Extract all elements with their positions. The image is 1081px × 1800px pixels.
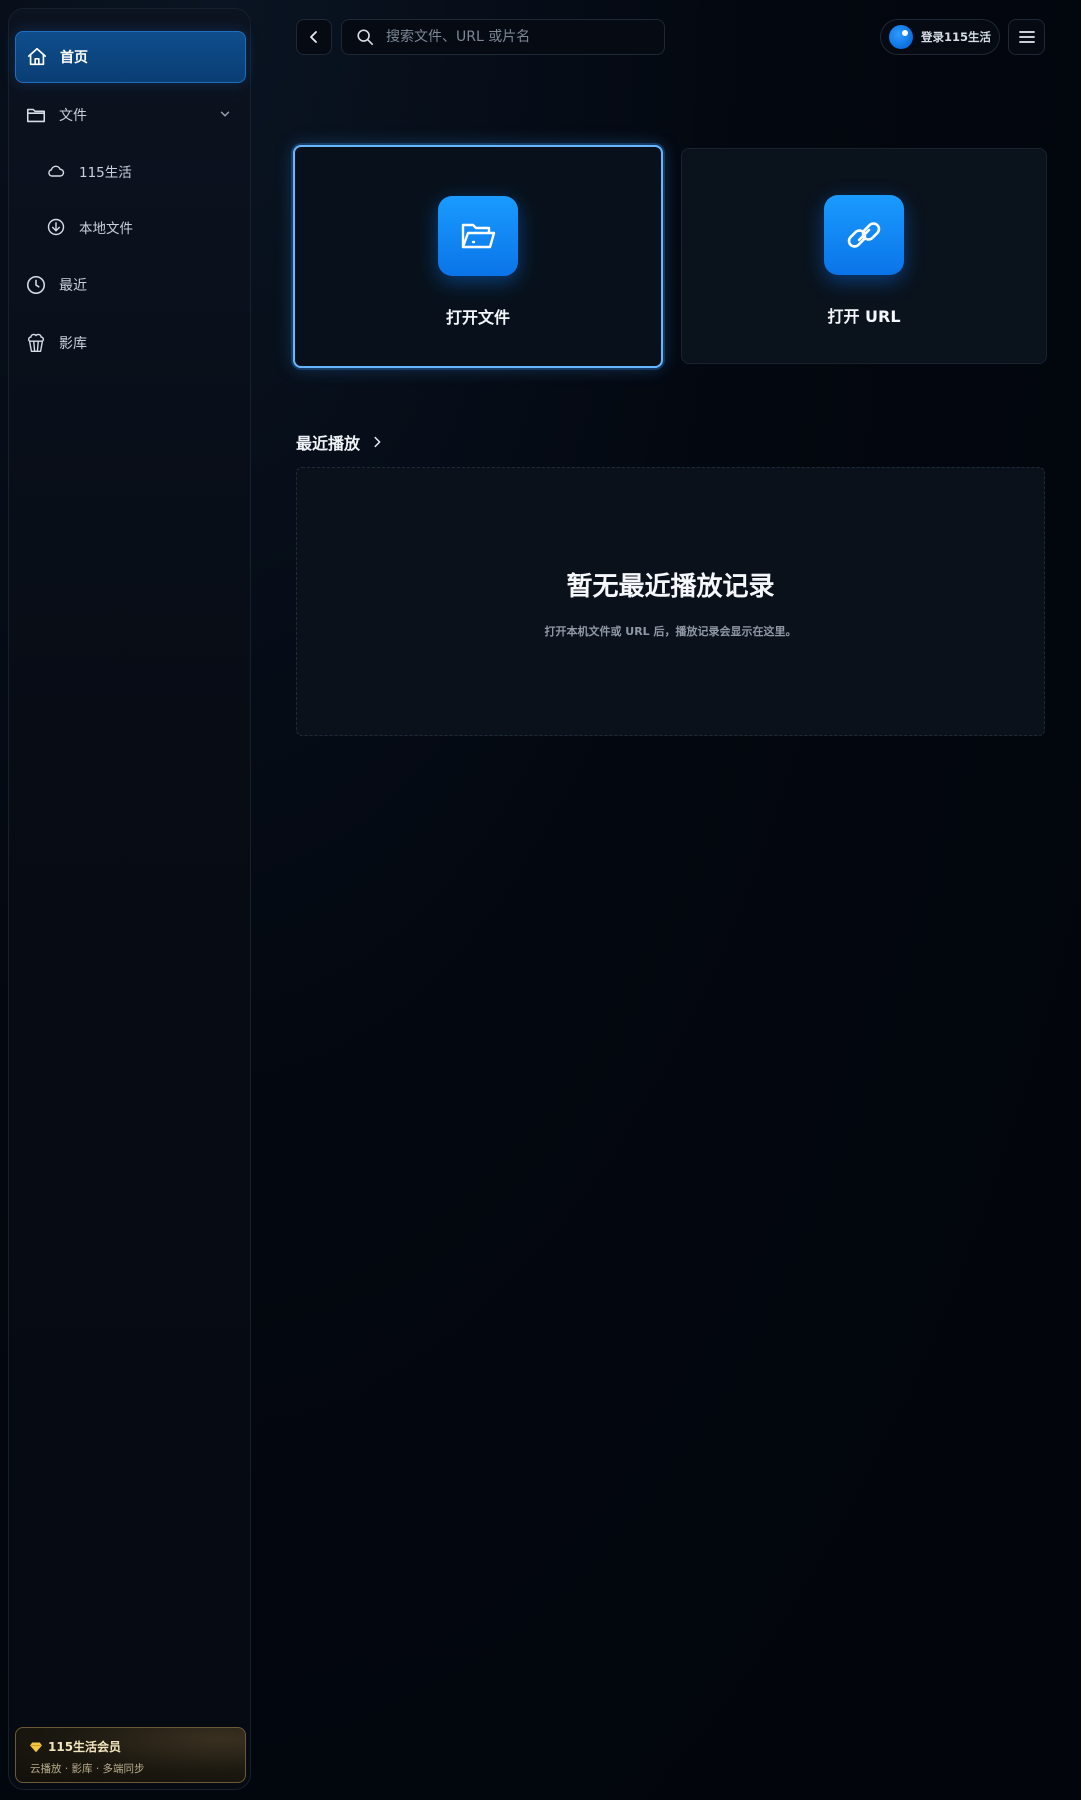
sidebar-item-label: 首页 <box>60 50 88 66</box>
chevron-down-icon[interactable] <box>218 107 232 121</box>
clock-icon <box>25 274 47 296</box>
search-input[interactable] <box>386 29 646 45</box>
home-icon <box>26 46 48 68</box>
recent-empty-state: 暂无最近播放记录 打开本机文件或 URL 后，播放记录会显示在这里。 <box>296 467 1045 736</box>
download-circle-icon <box>45 216 67 238</box>
member-subtitle: 云播放 · 影库 · 多端同步 <box>30 1763 145 1775</box>
sidebar-item-label: 本地文件 <box>79 221 133 237</box>
login-button[interactable]: 登录115生活 <box>880 19 1000 55</box>
sidebar-item-label: 文件 <box>59 108 87 124</box>
sidebar-item-label: 影库 <box>59 336 87 352</box>
sidebar-item-local-files[interactable]: 本地文件 <box>15 203 246 251</box>
diamond-icon <box>30 1742 42 1752</box>
hamburger-menu-icon <box>1018 31 1035 43</box>
sidebar: 首页 文件 115生活 本地文件 最近 影库 115生活会员 云播放 · 影库 … <box>8 8 251 1790</box>
search-icon <box>357 29 374 46</box>
member-promo-card[interactable]: 115生活会员 云播放 · 影库 · 多端同步 <box>15 1727 246 1783</box>
sidebar-item-115life[interactable]: 115生活 <box>15 147 246 195</box>
open-url-card[interactable]: 打开 URL <box>681 148 1047 364</box>
back-button[interactable] <box>296 19 332 55</box>
login-label: 登录115生活 <box>921 30 992 44</box>
empty-state-title: 暂无最近播放记录 <box>566 572 775 602</box>
cloud-icon <box>45 160 67 182</box>
open-file-label: 打开文件 <box>445 308 510 327</box>
sidebar-item-home[interactable]: 首页 <box>15 31 246 83</box>
sidebar-item-library[interactable]: 影库 <box>15 317 246 369</box>
recent-section-header[interactable]: 最近播放 <box>296 430 384 454</box>
open-file-card[interactable]: 打开文件 <box>293 145 663 368</box>
sidebar-item-label: 115生活 <box>79 165 132 181</box>
member-title: 115生活会员 <box>48 1740 122 1754</box>
avatar <box>889 25 913 49</box>
chevron-left-icon <box>310 31 317 43</box>
open-url-label: 打开 URL <box>827 307 901 326</box>
popcorn-icon <box>25 332 47 354</box>
recent-title: 最近播放 <box>296 434 361 453</box>
open-folder-icon <box>438 196 518 276</box>
sidebar-item-label: 最近 <box>59 278 87 294</box>
menu-button[interactable] <box>1008 19 1045 55</box>
sidebar-item-files[interactable]: 文件 <box>15 89 246 141</box>
folder-icon <box>25 104 47 126</box>
sidebar-item-recent[interactable]: 最近 <box>15 259 246 311</box>
empty-state-description: 打开本机文件或 URL 后，播放记录会显示在这里。 <box>544 625 797 638</box>
chevron-right-icon <box>374 436 381 448</box>
link-icon <box>824 195 904 275</box>
search-bar[interactable] <box>341 19 665 55</box>
